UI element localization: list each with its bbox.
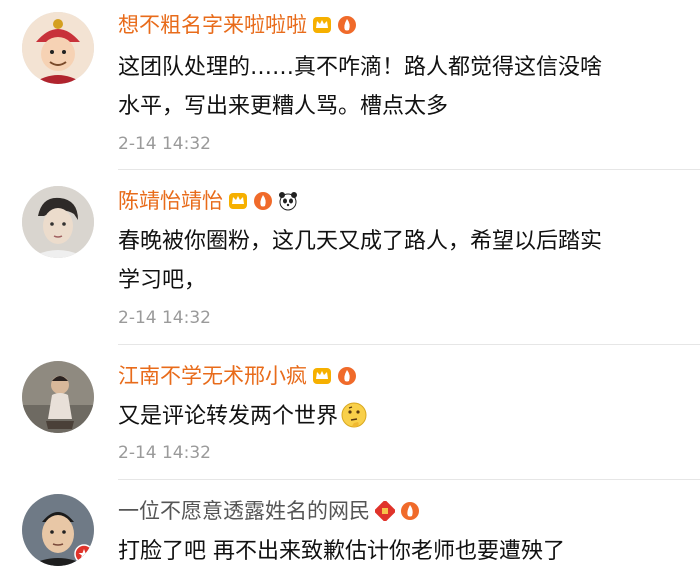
avatar[interactable] (22, 361, 94, 433)
comment-text: 又是评论转发两个世界 (118, 397, 678, 436)
fire-icon (254, 192, 272, 210)
comment-item: 想不粗名字来啦啦啦 这团队处理的……真不咋滴！路人都觉得这信没啥 水平，写出来更… (0, 0, 700, 170)
fire-icon (401, 502, 419, 520)
username[interactable]: 陈靖怡靖怡 (118, 188, 298, 214)
timestamp: 2-14 14:32 (118, 134, 211, 154)
comment-line: 又是评论转发两个世界 (118, 397, 678, 436)
username-text[interactable]: 一位不愿意透露姓名的网民 (118, 498, 370, 524)
username-text[interactable]: 想不粗名字来啦啦啦 (118, 12, 307, 38)
crown-icon (313, 17, 331, 33)
comment-item: 陈靖怡靖怡 春晚被你圈粉，这几天又成了路人，希望以后踏实 学习吧， 2-14 1… (0, 170, 700, 345)
comment-line-text: 又是评论转发两个世界 (118, 404, 339, 429)
comment-line: 这团队处理的……真不咋滴！路人都觉得这信没啥 (118, 55, 603, 80)
avatar[interactable] (22, 494, 94, 566)
timestamp: 2-14 14:32 (118, 308, 211, 328)
panda-icon (279, 192, 297, 211)
comment-text: 这团队处理的……真不咋滴！路人都觉得这信没啥 水平，写出来更糟人骂。槽点太多 (118, 48, 678, 126)
username-text[interactable]: 陈靖怡靖怡 (118, 188, 223, 214)
comment-line: 春晚被你圈粉，这几天又成了路人，希望以后踏实 (118, 229, 603, 254)
crown-icon (229, 193, 247, 209)
comment-line: 水平，写出来更糟人骂。槽点太多 (118, 94, 449, 119)
comment-item: 一位不愿意透露姓名的网民 打脸了吧 再不出来致歉估计你老师也要遭殃了 (0, 480, 700, 578)
comment-line: 打脸了吧 再不出来致歉估计你老师也要遭殃了 (118, 539, 565, 564)
timestamp: 2-14 14:32 (118, 443, 211, 463)
verified-badge-icon (74, 544, 94, 564)
fire-icon (338, 367, 356, 385)
fu-icon (375, 501, 395, 521)
fire-icon (338, 16, 356, 34)
comment-item: 江南不学无术邢小疯 又是评论转发两个世界 2-14 14:32 (0, 345, 700, 480)
avatar[interactable] (22, 12, 94, 84)
username[interactable]: 一位不愿意透露姓名的网民 (118, 498, 420, 524)
username[interactable]: 江南不学无术邢小疯 (118, 363, 357, 389)
comment-line: 学习吧， (118, 268, 207, 293)
comment-text: 春晚被你圈粉，这几天又成了路人，希望以后踏实 学习吧， (118, 222, 678, 300)
avatar[interactable] (22, 186, 94, 258)
username-text[interactable]: 江南不学无术邢小疯 (118, 363, 307, 389)
username[interactable]: 想不粗名字来啦啦啦 (118, 12, 357, 38)
crown-icon (313, 368, 331, 384)
thinking-face-icon (341, 402, 367, 428)
comment-text: 打脸了吧 再不出来致歉估计你老师也要遭殃了 (118, 532, 678, 571)
